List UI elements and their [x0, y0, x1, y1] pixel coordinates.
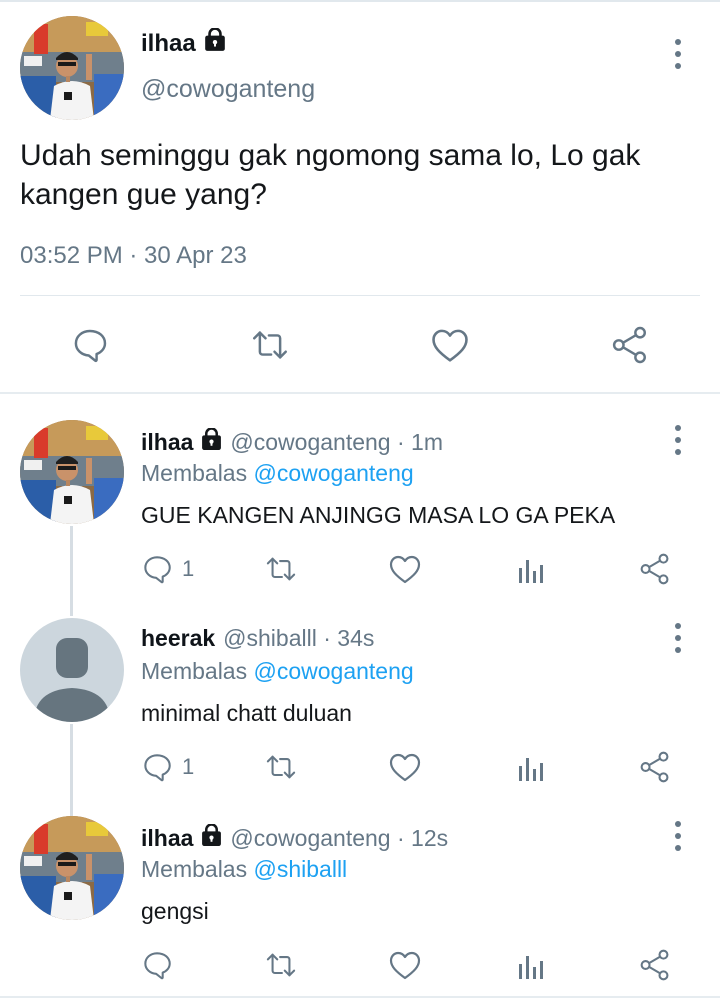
reply-header: heerak @shiballl · 34s [141, 625, 374, 652]
share-button[interactable] [639, 553, 671, 585]
heart-icon [389, 555, 421, 584]
share-button[interactable] [639, 949, 671, 981]
replying-label: Membalas [141, 658, 248, 684]
lock-icon [201, 823, 223, 853]
tweet-timestamp[interactable]: 03:52 PM · 30 Apr 23 [20, 242, 247, 270]
reply-button[interactable] [142, 950, 182, 980]
share-icon [612, 326, 646, 364]
like-button[interactable] [430, 326, 470, 364]
analytics-icon [519, 560, 543, 583]
reply-header: ilhaa @cowoganteng · 1m [141, 427, 443, 457]
avatar[interactable] [20, 618, 124, 722]
replying-to: Membalas @cowoganteng [141, 658, 414, 685]
like-button[interactable] [388, 751, 422, 783]
reply-meta: @cowoganteng · 12s [230, 825, 449, 851]
replying-to: Membalas @cowoganteng [141, 460, 414, 487]
lock-icon [203, 27, 226, 59]
reply-text: gengsi [141, 898, 209, 924]
avatar[interactable] [20, 16, 124, 120]
more-vertical-icon[interactable] [672, 39, 684, 69]
retweet-icon [266, 953, 296, 977]
author-name[interactable]: heerak [141, 625, 215, 652]
tweet-text: Udah seminggu gak ngomong sama lo, Lo ga… [20, 139, 641, 211]
thread-line [70, 526, 73, 616]
analytics-icon [519, 956, 543, 979]
thread-line [70, 724, 73, 816]
author-name-row[interactable]: ilhaa [141, 27, 226, 59]
like-button[interactable] [388, 949, 422, 981]
share-icon [640, 553, 669, 585]
avatar[interactable] [20, 420, 124, 524]
more-vertical-icon[interactable] [672, 821, 684, 851]
reply-header: ilhaa @cowoganteng · 12s [141, 823, 449, 853]
avatar[interactable] [20, 816, 124, 920]
more-vertical-icon[interactable] [672, 623, 684, 653]
reply-button[interactable]: 1 [142, 752, 194, 782]
reply-meta: @shiballl · 34s [223, 625, 375, 651]
reply-button[interactable] [72, 327, 110, 363]
mention-link[interactable]: @shiballl [254, 856, 348, 882]
analytics-icon [519, 758, 543, 781]
mention-link[interactable]: @cowoganteng [254, 658, 414, 684]
share-icon [640, 751, 669, 783]
replying-label: Membalas [141, 856, 248, 882]
heart-icon [389, 753, 421, 782]
like-button[interactable] [388, 553, 422, 585]
bottom-border [0, 996, 720, 998]
heart-icon [389, 951, 421, 980]
reply-icon [74, 329, 107, 363]
reply-icon [144, 952, 171, 980]
analytics-button[interactable] [516, 950, 546, 980]
reply-count: 1 [182, 556, 195, 581]
reply-button[interactable]: 1 [142, 554, 194, 584]
replying-to: Membalas @shiballl [141, 856, 347, 883]
author-name[interactable]: ilhaa [141, 825, 193, 852]
top-border [0, 0, 720, 2]
analytics-button[interactable] [516, 752, 546, 782]
author-handle[interactable]: @cowoganteng [141, 75, 315, 104]
retweet-icon [253, 331, 287, 359]
retweet-button[interactable] [248, 327, 292, 363]
retweet-button[interactable] [263, 752, 299, 782]
share-icon [640, 949, 669, 981]
retweet-icon [266, 755, 296, 779]
author-name: ilhaa [141, 29, 196, 57]
retweet-icon [266, 557, 296, 581]
share-button[interactable] [611, 326, 649, 364]
share-button[interactable] [639, 751, 671, 783]
mention-link[interactable]: @cowoganteng [254, 460, 414, 486]
reply-icon [144, 754, 171, 782]
retweet-button[interactable] [263, 950, 299, 980]
reply-text: GUE KANGEN ANJINGG MASA LO GA PEKA [141, 502, 616, 528]
more-vertical-icon[interactable] [672, 425, 684, 455]
lock-icon [201, 427, 223, 457]
reply-text: minimal chatt duluan [141, 700, 352, 726]
reply-icon [144, 556, 171, 584]
reply-count: 1 [182, 754, 195, 779]
replying-label: Membalas [141, 460, 248, 486]
divider [20, 295, 700, 296]
heart-icon [432, 329, 468, 362]
author-name[interactable]: ilhaa [141, 429, 193, 456]
analytics-button[interactable] [516, 554, 546, 584]
section-separator [0, 392, 720, 394]
retweet-button[interactable] [263, 554, 299, 584]
reply-meta: @cowoganteng · 1m [230, 429, 443, 455]
